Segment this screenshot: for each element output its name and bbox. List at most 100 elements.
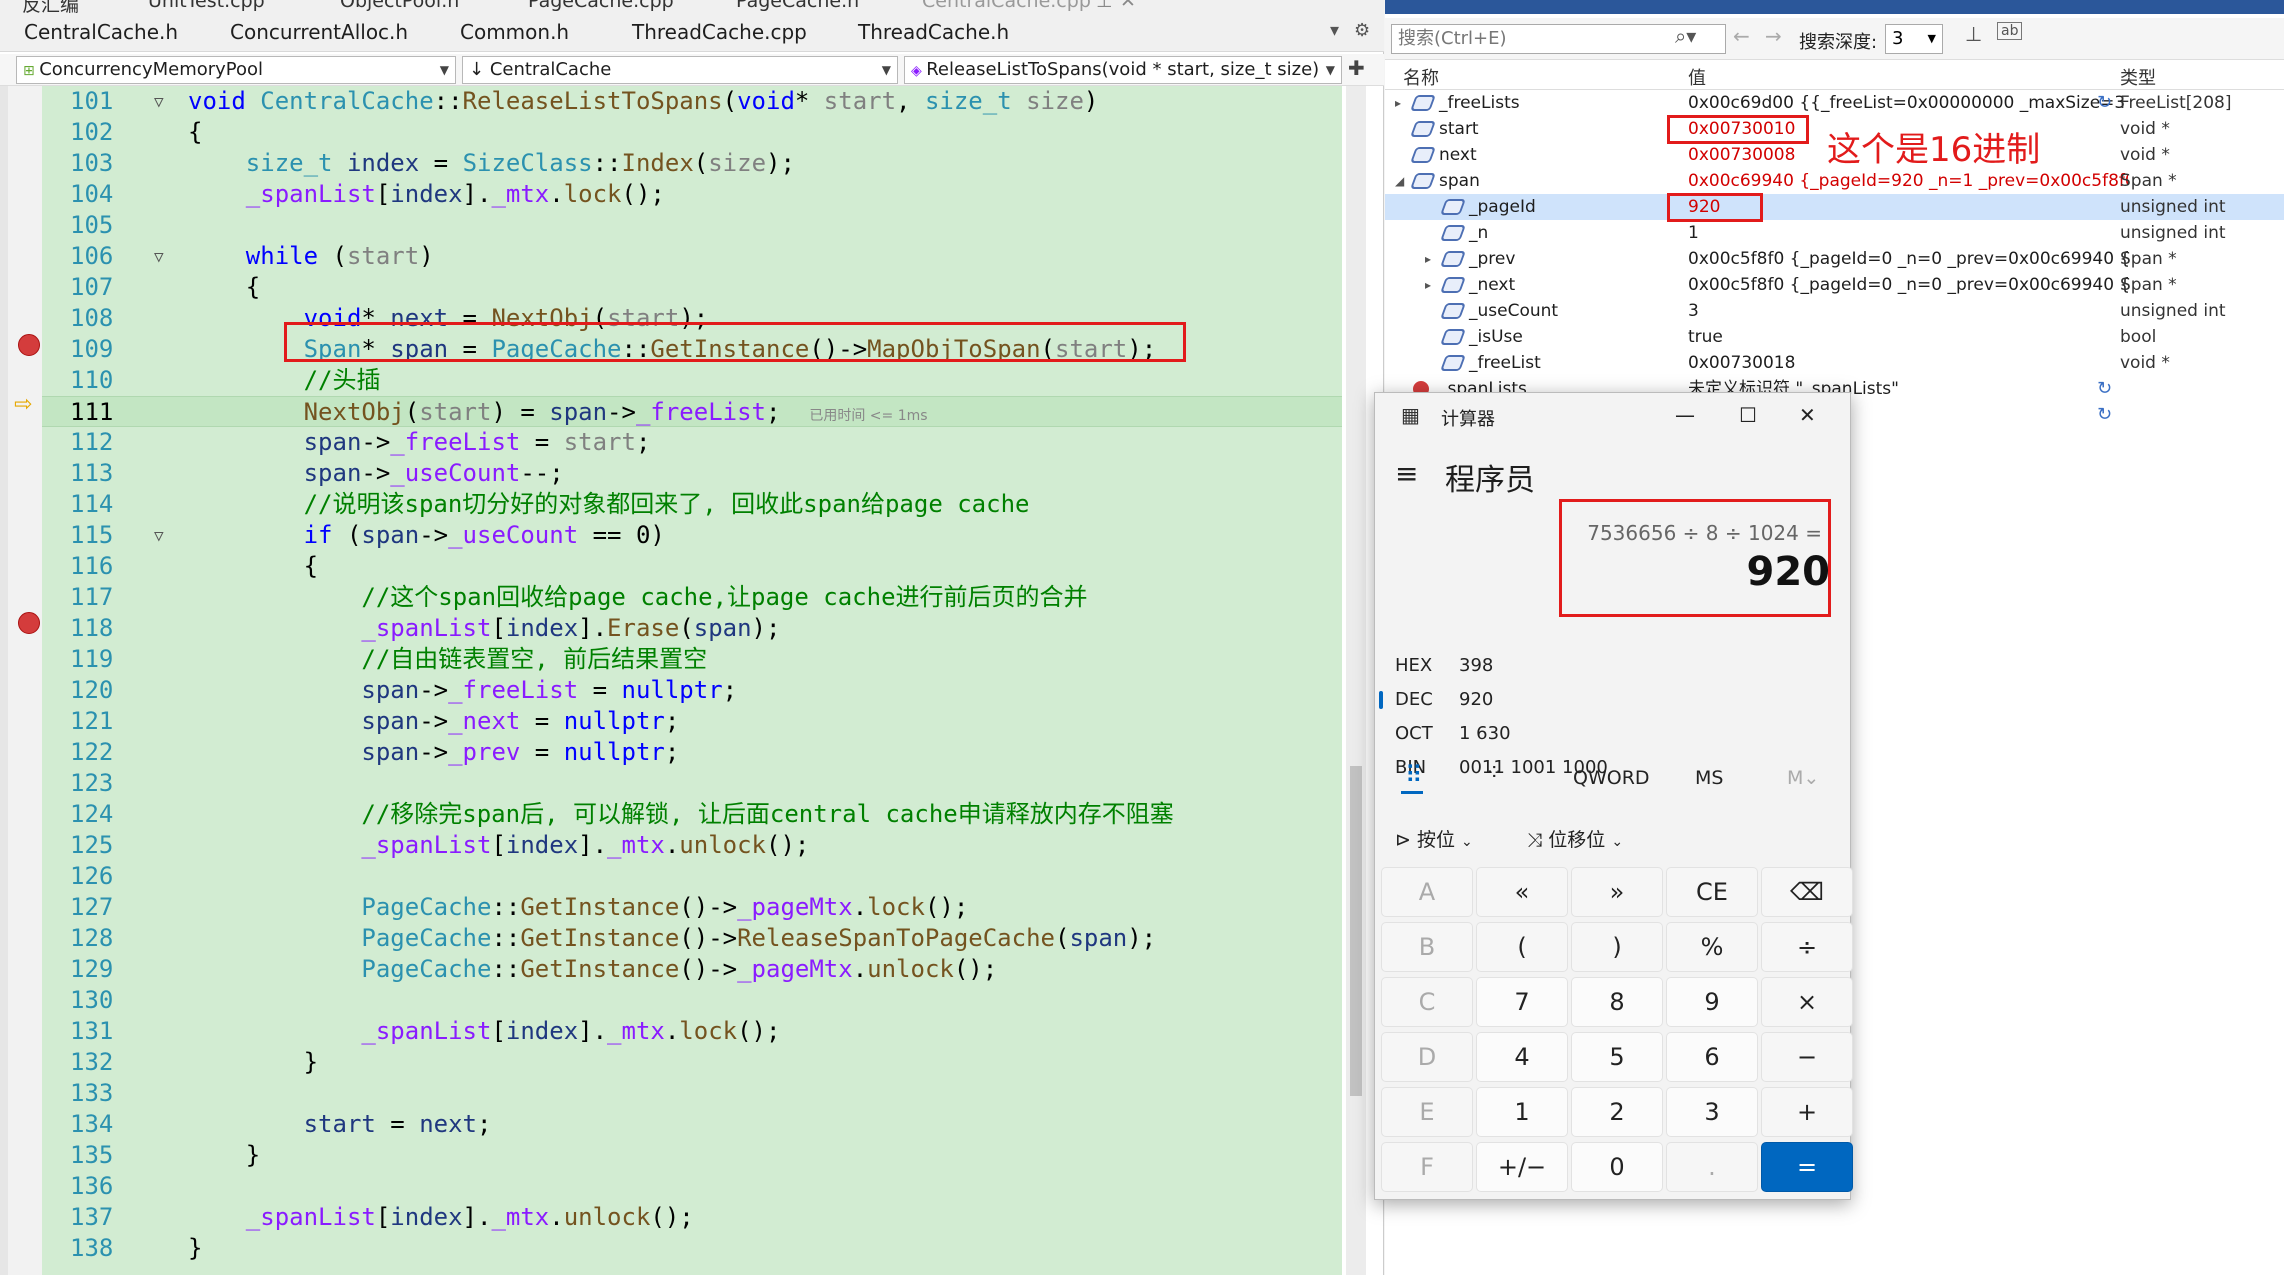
calc-key[interactable]: . bbox=[1666, 1142, 1758, 1192]
calc-key[interactable]: × bbox=[1761, 977, 1853, 1027]
tab-pagecache-h[interactable]: PageCache.h bbox=[736, 0, 859, 12]
calc-key[interactable]: E bbox=[1381, 1087, 1473, 1137]
calc-key[interactable]: ⌫ bbox=[1761, 867, 1853, 917]
calc-key[interactable]: ÷ bbox=[1761, 922, 1853, 972]
bitshift-button[interactable]: ⤨ 位移位 ⌄ bbox=[1527, 825, 1623, 852]
minimize-icon[interactable]: — bbox=[1675, 403, 1695, 427]
close-tab-icon[interactable]: ✕ bbox=[1120, 0, 1136, 12]
watch-value[interactable]: 3 bbox=[1688, 298, 2128, 324]
calc-key[interactable]: − bbox=[1761, 1032, 1853, 1082]
calc-key[interactable]: 9 bbox=[1666, 977, 1758, 1027]
watch-value[interactable]: 0x00c5f8f0 {_pageId=0 _n=0 _prev=0x00c69… bbox=[1688, 272, 2128, 298]
calc-key[interactable]: 6 bbox=[1666, 1032, 1758, 1082]
calc-key[interactable]: F bbox=[1381, 1142, 1473, 1192]
forward-arrow-icon[interactable]: → bbox=[1765, 24, 1782, 48]
calc-key[interactable]: A bbox=[1381, 867, 1473, 917]
watch-row[interactable]: ▸ _next 0x00c5f8f0 {_pageId=0 _n=0 _prev=0… bbox=[1385, 272, 2284, 298]
refresh-icon[interactable]: ↻ bbox=[2097, 376, 2112, 402]
tab-threadcache-cpp[interactable]: ThreadCache.cpp bbox=[632, 20, 807, 44]
watch-value[interactable]: 0x00c69940 {_pageId=920 _n=1 _prev=0x00c… bbox=[1688, 168, 2128, 194]
watch-row[interactable]: ▸ _freeLists 0x00c69d00 {{_freeList=0x0000… bbox=[1385, 90, 2284, 116]
watch-row[interactable]: _freeList 0x00730018 void * bbox=[1385, 350, 2284, 376]
watch-row[interactable]: ▸ _prev 0x00c5f8f0 {_pageId=0 _n=0 _prev=0… bbox=[1385, 246, 2284, 272]
tab-common-h[interactable]: Common.h bbox=[460, 20, 569, 44]
watch-value[interactable]: true bbox=[1688, 324, 2128, 350]
scope-dropdown[interactable]: ↓ CentralCache ▼ bbox=[462, 56, 898, 84]
tab-concurrentalloc-h[interactable]: ConcurrentAlloc.h bbox=[230, 20, 408, 44]
calc-key[interactable]: CE bbox=[1666, 867, 1758, 917]
split-icon[interactable]: ✚ bbox=[1348, 56, 1365, 80]
radix-dec[interactable]: DEC 920 bbox=[1379, 689, 1493, 710]
calc-key[interactable]: B bbox=[1381, 922, 1473, 972]
collapse-icon[interactable]: ▽ bbox=[154, 86, 164, 117]
calc-key[interactable]: % bbox=[1666, 922, 1758, 972]
watch-row[interactable]: _isUse true bool bbox=[1385, 324, 2284, 350]
code-area[interactable]: 101 ▽ void CentralCache::ReleaseListToSpan… bbox=[42, 86, 1342, 1275]
pin-icon[interactable]: ⊥ bbox=[1096, 0, 1113, 12]
watch-row[interactable]: ◢ span 0x00c69940 {_pageId=920 _n=1 _prev=… bbox=[1385, 168, 2284, 194]
tab-centralcache-h[interactable]: CentralCache.h bbox=[24, 20, 178, 44]
expand-icon[interactable]: ◢ bbox=[1395, 168, 1404, 194]
editor-scrollbar[interactable] bbox=[1346, 86, 1366, 1275]
watch-row[interactable]: _n 1 unsigned int bbox=[1385, 220, 2284, 246]
expand-icon[interactable]: ▸ bbox=[1425, 272, 1431, 298]
mplus-button[interactable]: M⌄ bbox=[1787, 767, 1819, 789]
tab-disassembly[interactable]: 反汇编 bbox=[22, 0, 79, 17]
calc-key[interactable]: +/− bbox=[1476, 1142, 1568, 1192]
calc-key[interactable]: ( bbox=[1476, 922, 1568, 972]
breakpoint-icon[interactable] bbox=[18, 612, 40, 634]
radix-hex[interactable]: HEX 398 bbox=[1395, 655, 1493, 676]
calc-key[interactable]: = bbox=[1761, 1142, 1853, 1192]
close-icon[interactable]: ✕ bbox=[1799, 403, 1816, 427]
depth-dropdown[interactable]: 3 ▼ bbox=[1885, 24, 1943, 54]
qword-button[interactable]: QWORD bbox=[1573, 767, 1650, 789]
pin-icon[interactable]: ⊥ bbox=[1965, 22, 1982, 46]
calc-key[interactable]: 1 bbox=[1476, 1087, 1568, 1137]
refresh-icon[interactable]: ↻ bbox=[2097, 90, 2112, 116]
format-icon[interactable]: ab bbox=[1997, 22, 2023, 40]
collapse-icon[interactable]: ▽ bbox=[154, 241, 164, 272]
back-arrow-icon[interactable]: ← bbox=[1733, 24, 1750, 48]
refresh-icon[interactable]: ↻ bbox=[2097, 402, 2112, 428]
calc-key[interactable]: 5 bbox=[1571, 1032, 1663, 1082]
expand-icon[interactable]: ▸ bbox=[1395, 90, 1401, 116]
calc-key[interactable]: « bbox=[1476, 867, 1568, 917]
full-keypad-icon[interactable]: ⠿ bbox=[1405, 761, 1423, 789]
calc-key[interactable]: D bbox=[1381, 1032, 1473, 1082]
calc-key[interactable]: + bbox=[1761, 1087, 1853, 1137]
tab-dropdown-icon[interactable]: ▾ bbox=[1330, 20, 1339, 41]
menu-icon[interactable]: ≡ bbox=[1395, 457, 1418, 490]
collapse-icon[interactable]: ▽ bbox=[154, 520, 164, 551]
breakpoint-icon[interactable] bbox=[18, 334, 40, 356]
calc-key[interactable]: 4 bbox=[1476, 1032, 1568, 1082]
tab-pagecache-cpp[interactable]: PageCache.cpp bbox=[528, 0, 674, 12]
search-icon[interactable]: ⌕▾ bbox=[1675, 24, 1696, 48]
bitwise-button[interactable]: ⊳ 按位 ⌄ bbox=[1395, 825, 1473, 852]
scrollbar-thumb[interactable] bbox=[1350, 766, 1362, 1096]
calc-key[interactable]: 0 bbox=[1571, 1142, 1663, 1192]
calc-key[interactable]: 3 bbox=[1666, 1087, 1758, 1137]
maximize-icon[interactable]: ☐ bbox=[1739, 403, 1757, 427]
ms-button[interactable]: MS bbox=[1695, 767, 1723, 789]
watch-value[interactable]: 0x00730018 bbox=[1688, 350, 2128, 376]
calc-key[interactable]: » bbox=[1571, 867, 1663, 917]
bit-keypad-icon[interactable]: ⁘ bbox=[1485, 761, 1503, 786]
watch-row[interactable]: _pageId 920 unsigned int bbox=[1385, 194, 2284, 220]
calc-key[interactable]: C bbox=[1381, 977, 1473, 1027]
function-dropdown[interactable]: ◈ ReleaseListToSpans(void * start, size_… bbox=[904, 56, 1342, 84]
breakpoint-gutter[interactable] bbox=[8, 86, 42, 1275]
calc-key[interactable]: 8 bbox=[1571, 977, 1663, 1027]
radix-oct[interactable]: OCT 1 630 bbox=[1395, 723, 1511, 744]
watch-value[interactable]: 0x00c5f8f0 {_pageId=0 _n=0 _prev=0x00c69… bbox=[1688, 246, 2128, 272]
tab-threadcache-h[interactable]: ThreadCache.h bbox=[858, 20, 1009, 44]
calc-key[interactable]: ) bbox=[1571, 922, 1663, 972]
expand-icon[interactable]: ▸ bbox=[1425, 246, 1431, 272]
gear-icon[interactable]: ⚙ bbox=[1354, 20, 1370, 41]
calc-key[interactable]: 2 bbox=[1571, 1087, 1663, 1137]
project-dropdown[interactable]: ⊞ ConcurrencyMemoryPool ▼ bbox=[16, 56, 456, 84]
tab-unittest[interactable]: UnitTest.cpp bbox=[148, 0, 265, 12]
tab-objectpool[interactable]: ObjectPool.h bbox=[340, 0, 459, 12]
watch-value[interactable]: 1 bbox=[1688, 220, 2128, 246]
calc-key[interactable]: 7 bbox=[1476, 977, 1568, 1027]
tab-centralcache-cpp[interactable]: CentralCache.cpp bbox=[922, 0, 1091, 12]
